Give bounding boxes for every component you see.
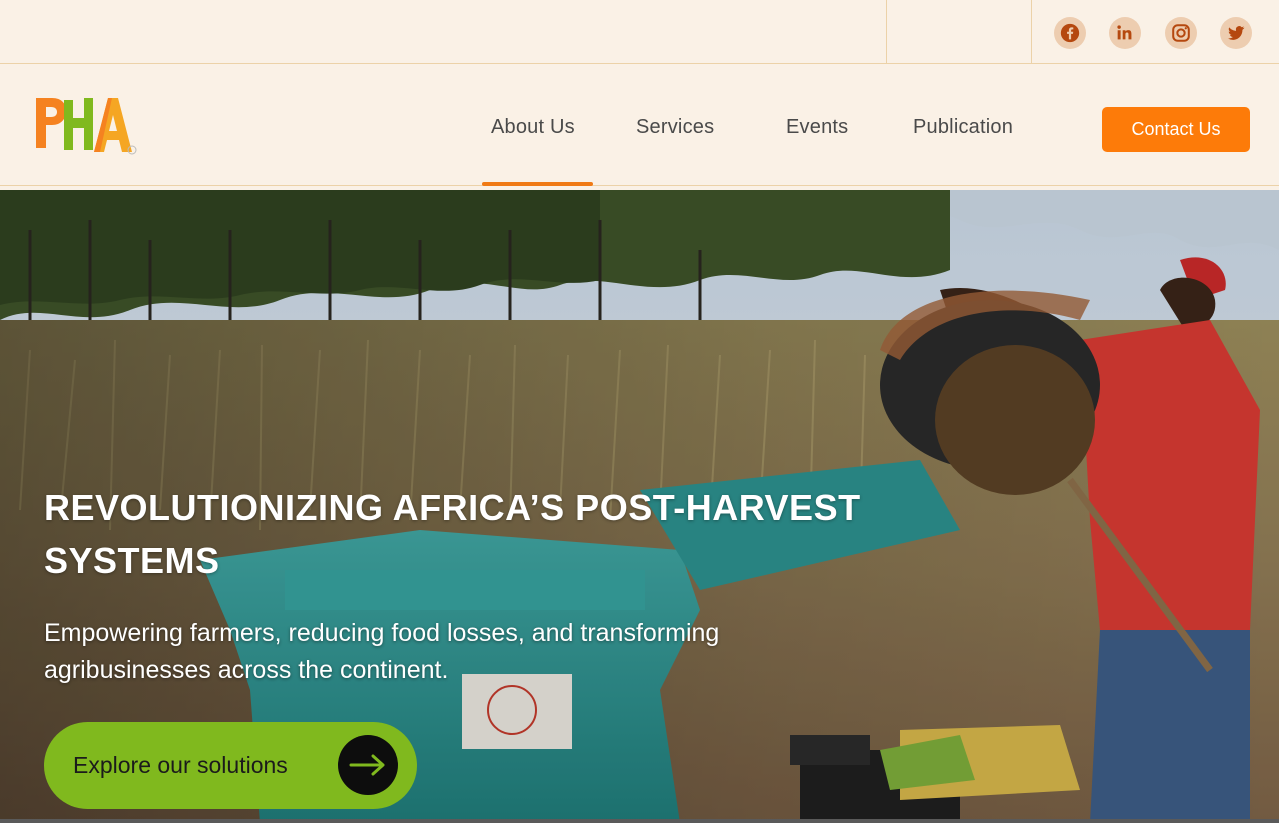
bottom-edge — [0, 819, 1279, 823]
hero-subtitle: Empowering farmers, reducing food losses… — [44, 619, 720, 684]
nav-events[interactable]: Events — [786, 116, 848, 139]
explore-solutions-button[interactable]: Explore our solutions — [44, 722, 417, 809]
active-nav-indicator — [482, 182, 593, 186]
contact-us-button[interactable]: Contact Us — [1102, 107, 1250, 152]
twitter-icon[interactable] — [1220, 17, 1252, 49]
explore-solutions-label: Explore our solutions — [73, 752, 288, 778]
topbar-divider — [886, 0, 887, 63]
hero-title: REVOLUTIONIZING AFRICA’S POST-HARVEST SY… — [44, 487, 861, 581]
top-social-bar — [0, 0, 1279, 64]
nav-about-us[interactable]: About Us — [491, 116, 575, 139]
topbar-divider — [1031, 0, 1032, 63]
nav-services[interactable]: Services — [636, 116, 714, 139]
arrow-right-icon — [338, 735, 398, 795]
hero-section: REVOLUTIONIZING AFRICA’S POST-HARVEST SY… — [0, 190, 1279, 823]
instagram-icon[interactable] — [1165, 17, 1197, 49]
site-logo[interactable] — [34, 94, 140, 158]
main-navbar: About Us Services Events Publication Con… — [0, 64, 1279, 186]
nav-publication[interactable]: Publication — [913, 116, 1013, 139]
linkedin-icon[interactable] — [1109, 17, 1141, 49]
facebook-icon[interactable] — [1054, 17, 1086, 49]
